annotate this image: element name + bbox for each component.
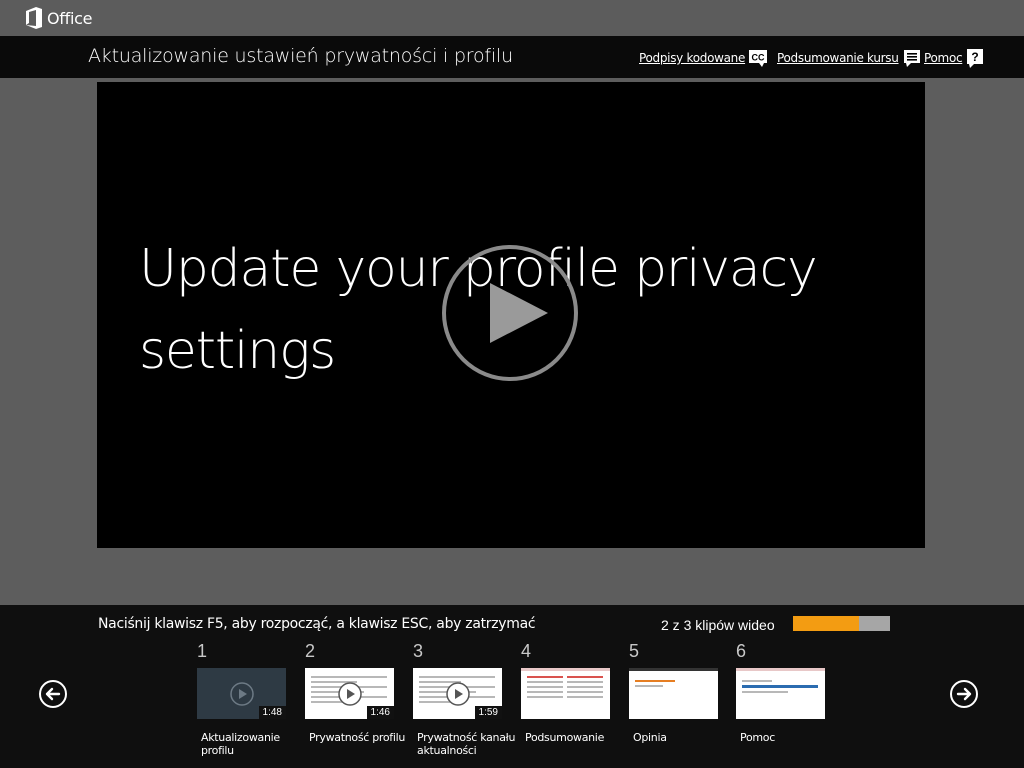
play-icon[interactable] <box>440 243 580 383</box>
thumbnail-image: 1:48 <box>197 668 286 719</box>
thumbnail-number: 1 <box>197 641 208 661</box>
thumbnail-3[interactable]: 3 1:59 Prywatność kanału aktualności <box>413 641 515 766</box>
captions-link-label: Podpisy kodowane <box>639 51 746 65</box>
thumbnail-6[interactable]: 6 Pomoc <box>736 641 836 766</box>
thumbnail-number: 3 <box>413 641 424 661</box>
closed-captions-icon: CC <box>749 50 768 67</box>
thumbnail-image: 1:46 <box>305 668 394 719</box>
office-logo-icon <box>26 7 42 29</box>
clips-progress-bar <box>793 616 890 631</box>
next-arrow-icon[interactable] <box>949 679 979 709</box>
summary-icon <box>903 50 920 67</box>
duration-badge: 1:46 <box>366 706 394 719</box>
thumbnail-2[interactable]: 2 1:46 Prywatność profilu <box>305 641 405 766</box>
thumbnail-label: Opinia <box>633 731 667 744</box>
thumbnail-5[interactable]: 5 Opinia <box>629 641 729 766</box>
previous-arrow-icon[interactable] <box>38 679 68 709</box>
help-link-label: Pomoc <box>924 51 963 65</box>
thumbnail-label: Prywatność profilu <box>309 731 406 744</box>
page-title: Aktualizowanie ustawień prywatności i pr… <box>88 45 513 67</box>
thumbnail-image <box>629 668 718 719</box>
help-link[interactable]: Pomoc ? <box>924 48 985 68</box>
title-bar: Aktualizowanie ustawień prywatności i pr… <box>0 36 1024 78</box>
thumbnail-label: Prywatność kanału aktualności <box>417 731 516 757</box>
course-summary-link-label: Podsumowanie kursu <box>777 51 899 65</box>
thumbnail-label: Podsumowanie <box>525 731 605 744</box>
office-brand: Office <box>47 9 93 28</box>
captions-link[interactable]: Podpisy kodowane CC <box>639 48 768 68</box>
video-player[interactable]: Update your profile privacy settings <box>97 82 925 548</box>
thumbnail-1[interactable]: 1 1:48 Aktualizowanie profilu <box>197 641 297 766</box>
video-stage: Update your profile privacy settings <box>0 78 1024 605</box>
clips-progress-fill <box>793 616 859 631</box>
duration-badge: 1:59 <box>474 706 502 719</box>
play-icon <box>230 682 254 706</box>
thumbnail-number: 6 <box>736 641 747 661</box>
thumbnail-label: Aktualizowanie profilu <box>201 731 280 757</box>
play-icon <box>446 682 470 706</box>
thumbnail-image: 1:59 <box>413 668 502 719</box>
duration-badge: 1:48 <box>258 706 286 719</box>
office-bar: Office <box>0 0 1024 36</box>
thumbnail-label: Pomoc <box>740 731 775 744</box>
course-summary-link[interactable]: Podsumowanie kursu <box>777 48 922 68</box>
captions-icon-text: CC <box>752 53 765 63</box>
keyboard-hint: Naciśnij klawisz F5, aby rozpocząć, a kl… <box>98 616 536 632</box>
help-icon: ? <box>967 49 984 68</box>
clip-counter: 2 z 3 klipów wideo <box>661 617 775 633</box>
thumbnail-image <box>521 668 610 719</box>
play-icon <box>338 682 362 706</box>
playlist-panel: Naciśnij klawisz F5, aby rozpocząć, a kl… <box>0 605 1024 768</box>
help-icon-text: ? <box>972 50 979 64</box>
thumbnail-number: 2 <box>305 641 316 661</box>
thumbnail-number: 5 <box>629 641 640 661</box>
thumbnail-number: 4 <box>521 641 532 661</box>
thumbnail-image <box>736 668 825 719</box>
thumbnail-4[interactable]: 4 Podsumowanie <box>521 641 621 766</box>
